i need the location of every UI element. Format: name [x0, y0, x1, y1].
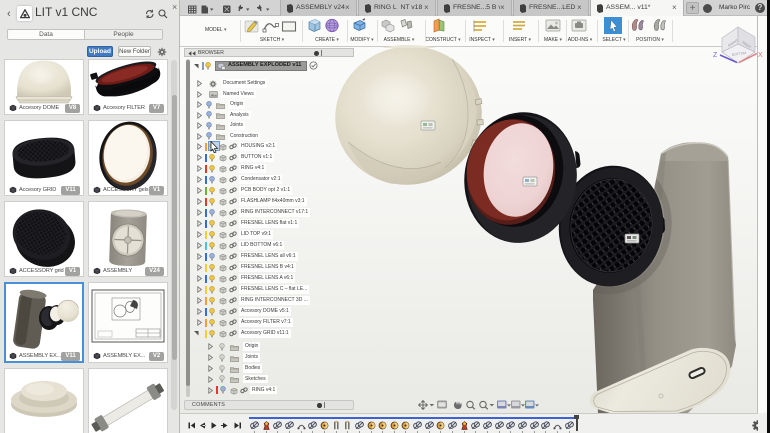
svg-text:Z: Z: [713, 52, 718, 59]
svg-text:X: X: [758, 52, 763, 59]
